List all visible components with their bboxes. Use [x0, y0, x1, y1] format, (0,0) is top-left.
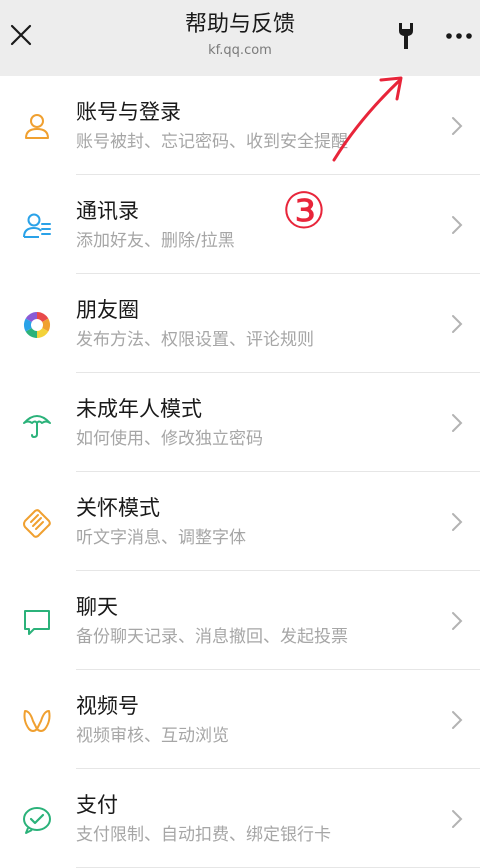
wrench-icon: [399, 23, 413, 49]
chevron-right-icon: [452, 513, 463, 531]
list-item-teen-mode[interactable]: 未成年人模式 如何使用、修改独立密码: [0, 373, 480, 472]
top-bar: 帮助与反馈 kf.qq.com: [0, 0, 480, 76]
item-label: 聊天: [76, 595, 118, 619]
channels-icon: [20, 704, 54, 738]
close-icon: [10, 24, 32, 46]
page-title: 帮助与反馈: [184, 12, 295, 37]
close-button[interactable]: [4, 18, 38, 52]
item-description: 支付限制、自动扣费、绑定银行卡: [76, 825, 331, 845]
moments-icon: [20, 308, 54, 342]
page-domain: kf.qq.com: [208, 43, 272, 58]
list-item-moments[interactable]: 朋友圈 发布方法、权限设置、评论规则: [0, 274, 480, 373]
chevron-right-icon: [452, 711, 463, 729]
item-description: 发布方法、权限设置、评论规则: [76, 330, 314, 350]
list-item-chat[interactable]: 聊天 备份聊天记录、消息撤回、发起投票: [0, 571, 480, 670]
user-icon: [20, 110, 54, 144]
list-item-care-mode[interactable]: 关怀模式 听文字消息、调整字体: [0, 472, 480, 571]
item-label: 支付: [76, 793, 118, 817]
item-description: 听文字消息、调整字体: [76, 528, 246, 548]
chat-bubble-icon: [20, 605, 54, 639]
list-item-account-login[interactable]: 账号与登录 账号被封、忘记密码、收到安全提醒: [0, 76, 480, 175]
more-button[interactable]: [442, 24, 476, 48]
chevron-right-icon: [452, 117, 463, 135]
item-label: 未成年人模式: [76, 397, 202, 421]
tools-button[interactable]: [392, 20, 420, 52]
item-description: 视频审核、互动浏览: [76, 726, 229, 746]
item-label: 视频号: [76, 694, 139, 718]
care-hand-icon: [20, 506, 54, 540]
contacts-icon: [20, 209, 54, 243]
item-label: 关怀模式: [76, 496, 160, 520]
item-description: 账号被封、忘记密码、收到安全提醒: [76, 132, 348, 152]
chevron-right-icon: [452, 315, 463, 333]
item-label: 通讯录: [76, 199, 139, 223]
item-label: 朋友圈: [76, 298, 139, 322]
pay-icon: [20, 803, 54, 837]
chevron-right-icon: [452, 414, 463, 432]
list-item-pay[interactable]: 支付 支付限制、自动扣费、绑定银行卡: [0, 769, 480, 868]
umbrella-icon: [20, 407, 54, 441]
chevron-right-icon: [452, 216, 463, 234]
list-item-channels[interactable]: 视频号 视频审核、互动浏览: [0, 670, 480, 769]
chevron-right-icon: [452, 810, 463, 828]
item-description: 如何使用、修改独立密码: [76, 429, 263, 449]
help-topic-list: 账号与登录 账号被封、忘记密码、收到安全提醒 通讯录 添加好友、删除/拉黑 朋友…: [0, 76, 480, 868]
more-icon: [446, 33, 472, 39]
list-item-contacts[interactable]: 通讯录 添加好友、删除/拉黑: [0, 175, 480, 274]
item-label: 账号与登录: [76, 100, 181, 124]
item-description: 备份聊天记录、消息撤回、发起投票: [76, 627, 348, 647]
chevron-right-icon: [452, 612, 463, 630]
item-description: 添加好友、删除/拉黑: [76, 231, 235, 251]
title-area: 帮助与反馈 kf.qq.com: [90, 10, 390, 60]
